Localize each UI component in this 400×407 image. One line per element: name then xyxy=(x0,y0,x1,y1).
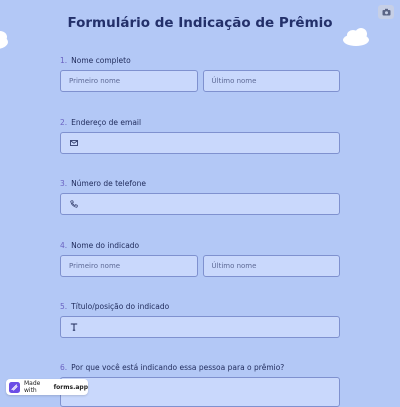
input-placeholder: Primeiro nome xyxy=(69,77,121,85)
first-name-input[interactable]: Primeiro nome xyxy=(60,70,198,92)
question-label: Nome do indicado xyxy=(71,241,140,250)
nominee-title-input[interactable] xyxy=(60,316,340,338)
question-label: Endereço de email xyxy=(71,118,142,127)
question-email: 2. Endereço de email xyxy=(60,117,340,154)
nominee-last-name-input[interactable]: Último nome xyxy=(202,255,340,277)
question-number: 1. xyxy=(60,56,68,65)
question-nomination-reason: 6. Por que você está indicando essa pess… xyxy=(60,362,340,407)
envelope-icon xyxy=(69,138,79,148)
phone-input[interactable] xyxy=(60,193,340,215)
cloud-decoration-left xyxy=(0,31,8,49)
question-number: 4. xyxy=(60,241,68,250)
input-placeholder: Último nome xyxy=(211,77,257,85)
question-nominee-name: 4. Nome do indicado Primeiro nome Último… xyxy=(60,240,340,277)
question-label: Por que você está indicando essa pessoa … xyxy=(71,363,285,372)
badge-brand: forms.app xyxy=(53,383,88,391)
last-name-input[interactable]: Último nome xyxy=(202,70,340,92)
input-placeholder: Último nome xyxy=(211,262,257,270)
question-label: Nome completo xyxy=(71,56,131,65)
question-phone: 3. Número de telefone xyxy=(60,178,340,215)
nominee-first-name-input[interactable]: Primeiro nome xyxy=(60,255,198,277)
question-number: 3. xyxy=(60,179,68,188)
question-number: 2. xyxy=(60,118,68,127)
form-title: Formulário de Indicação de Prêmio xyxy=(67,15,333,31)
question-number: 5. xyxy=(60,302,68,311)
made-with-badge[interactable]: Made with forms.app xyxy=(6,379,88,395)
input-placeholder: Primeiro nome xyxy=(69,262,121,270)
text-icon xyxy=(69,322,79,332)
question-label: Número de telefone xyxy=(71,179,146,188)
forms-app-logo-icon xyxy=(9,381,20,393)
phone-icon xyxy=(69,199,79,209)
badge-prefix: Made with xyxy=(24,380,41,394)
nomination-reason-textarea[interactable] xyxy=(60,377,340,407)
question-nominee-title: 5. Título/posição do indicado xyxy=(60,301,340,338)
email-input[interactable] xyxy=(60,132,340,154)
question-full-name: 1. Nome completo Primeiro nome Último no… xyxy=(60,55,340,92)
question-number: 6. xyxy=(60,363,68,372)
question-label: Título/posição do indicado xyxy=(71,302,170,311)
